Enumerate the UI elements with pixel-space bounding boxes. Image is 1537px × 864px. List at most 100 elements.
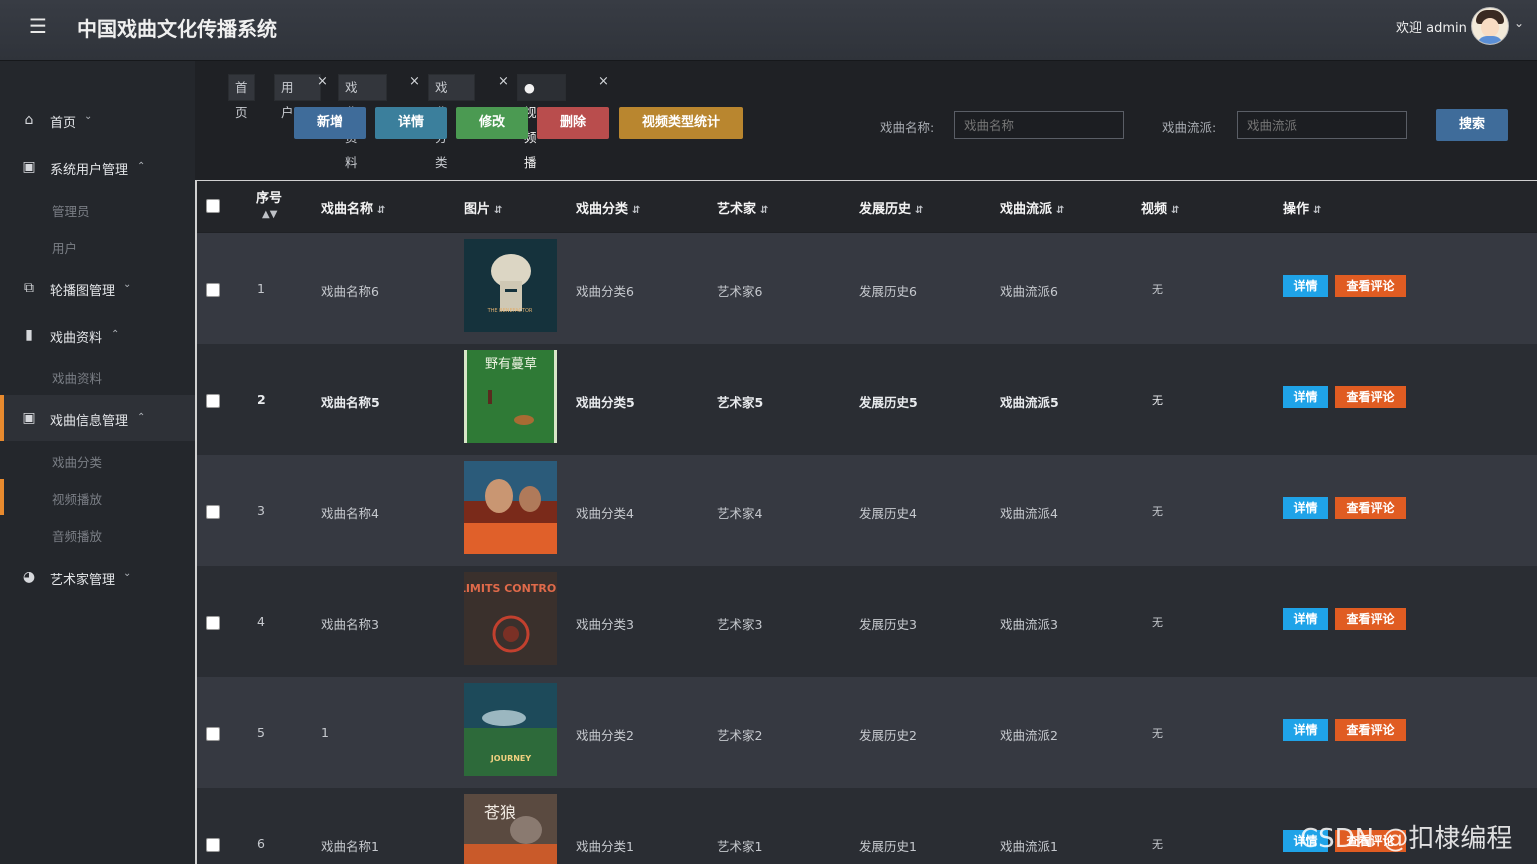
row-view-comments-button[interactable]: 查看评论 (1335, 608, 1406, 630)
row-detail-button[interactable]: 详情 (1283, 608, 1328, 630)
column-header-name[interactable]: 戏曲名称 ⇵ (321, 198, 385, 217)
row-detail-button[interactable]: 详情 (1283, 497, 1328, 519)
cell-no: 1 (257, 281, 265, 296)
sort-icon[interactable]: ⇵ (1171, 205, 1179, 216)
book-icon: ▮ (25, 327, 33, 343)
sidebar-item-home[interactable]: ⌂ 首页 ⌄ (0, 100, 195, 140)
poster-image[interactable]: JOURNEY (464, 683, 557, 776)
cell-school: 戏曲流派6 (1000, 284, 1058, 299)
row-view-comments-button[interactable]: 查看评论 (1335, 275, 1406, 297)
column-header-video[interactable]: 视频 ⇵ (1141, 198, 1179, 217)
table-row[interactable]: 2 戏曲名称5 野有蔓草 戏曲分类5 艺术家5 发展历史5 戏曲流派5 无 详情… (197, 344, 1537, 455)
poster-image[interactable]: 野有蔓草 (464, 350, 557, 443)
cell-artist: 艺术家3 (717, 617, 763, 632)
sidebar-subitem-category[interactable]: 戏曲分类 (52, 452, 102, 471)
detail-button[interactable]: 详情 (375, 107, 447, 139)
video-type-stats-button[interactable]: 视频类型统计 (619, 107, 743, 139)
opera-name-input[interactable] (954, 111, 1124, 139)
active-indicator (0, 479, 4, 515)
sort-icon[interactable]: ⇵ (1313, 205, 1321, 216)
cell-artist: 艺术家1 (717, 839, 763, 854)
tab-video-play[interactable]: ●视频播放× (517, 74, 609, 195)
table-row[interactable]: 3 戏曲名称4 戏曲分类4 艺术家4 发展历史4 戏曲流派4 无 详情 查看评论 (197, 455, 1537, 566)
cell-category: 戏曲分类6 (576, 284, 634, 299)
poster-art: 野有蔓草 (464, 350, 557, 443)
poster-image[interactable] (464, 461, 557, 554)
hamburger-icon[interactable]: ☰ (29, 16, 49, 36)
tab-home[interactable]: 首页 (228, 74, 255, 120)
close-icon[interactable]: × (317, 69, 328, 94)
sort-icon[interactable]: ⇵ (915, 205, 923, 216)
opera-school-input[interactable] (1237, 111, 1407, 139)
sidebar-subitem-opera-materials[interactable]: 戏曲资料 (52, 368, 102, 387)
column-header-history[interactable]: 发展历史 ⇵ (859, 198, 923, 217)
cell-school: 戏曲流派3 (1000, 617, 1058, 632)
row-detail-button[interactable]: 详情 (1283, 386, 1328, 408)
sort-icon[interactable]: ⇵ (760, 205, 768, 216)
row-checkbox[interactable] (206, 505, 220, 519)
poster-image[interactable]: LIMITS CONTROL (464, 572, 557, 665)
column-header-actions[interactable]: 操作 ⇵ (1283, 198, 1321, 217)
column-header-no[interactable]: 序号 ▲▼ (256, 187, 282, 220)
row-detail-button[interactable]: 详情 (1283, 275, 1328, 297)
column-header-label: 图片 (464, 202, 491, 217)
select-all-checkbox[interactable] (206, 199, 220, 213)
sidebar-item-artists[interactable]: ◕ 艺术家管理 ⌄ (0, 557, 195, 597)
sort-icon[interactable]: ⇵ (632, 205, 640, 216)
sidebar-subitem-video[interactable]: 视频播放 (52, 489, 102, 508)
column-header-image[interactable]: 图片 ⇵ (464, 198, 502, 217)
opera-school-label: 戏曲流派: (1162, 120, 1217, 135)
sort-icon[interactable]: ⇵ (1056, 205, 1064, 216)
opera-name-label: 戏曲名称: (880, 120, 935, 135)
row-checkbox[interactable] (206, 616, 220, 630)
row-view-comments-button[interactable]: 查看评论 (1335, 719, 1406, 741)
column-header-label: 序号 (256, 191, 283, 206)
sidebar-subitem-admin[interactable]: 管理员 (52, 201, 90, 220)
cell-video: 无 (1152, 616, 1163, 629)
search-button[interactable]: 搜索 (1436, 109, 1508, 141)
cell-category: 戏曲分类4 (576, 506, 634, 521)
tab-opera-materials[interactable]: 戏曲资料× (338, 74, 420, 170)
column-header-category[interactable]: 戏曲分类 ⇵ (576, 198, 640, 217)
row-view-comments-button[interactable]: 查看评论 (1335, 386, 1406, 408)
delete-button[interactable]: 删除 (537, 107, 609, 139)
cell-no: 4 (257, 614, 265, 629)
close-icon[interactable]: × (498, 69, 509, 94)
sidebar-item-opera-info[interactable]: ▣ 戏曲信息管理 ⌃ (0, 395, 195, 441)
row-checkbox[interactable] (206, 727, 220, 741)
close-icon[interactable]: × (409, 69, 420, 94)
sidebar-item-opera-materials[interactable]: ▮ 戏曲资料 ⌃ (0, 315, 195, 355)
table-header: 序号 ▲▼ 戏曲名称 ⇵ 图片 ⇵ 戏曲分类 ⇵ 艺术家 ⇵ 发展历史 ⇵ 戏曲流派 ⇵ 视频… (197, 181, 1537, 232)
sort-icon[interactable]: ⇵ (377, 205, 385, 216)
cell-name: 戏曲名称6 (321, 284, 379, 299)
close-icon[interactable]: × (598, 69, 609, 94)
table-row[interactable]: 1 戏曲名称6 THE BENEFACTOR 戏曲分类6 艺术家6 发展历史6 … (197, 233, 1537, 344)
row-checkbox[interactable] (206, 838, 220, 852)
column-header-school[interactable]: 戏曲流派 ⇵ (1000, 198, 1064, 217)
row-checkbox[interactable] (206, 394, 220, 408)
sidebar-subitem-users[interactable]: 用户 (52, 238, 77, 257)
tab-opera-category[interactable]: 戏曲分类× (428, 74, 509, 170)
sidebar-item-system-users[interactable]: ▣ 系统用户管理 ⌃ (0, 147, 195, 187)
poster-image[interactable]: THE BENEFACTOR (464, 239, 557, 332)
avatar-face (1481, 18, 1499, 37)
sidebar-item-carousel[interactable]: ⧉ 轮播图管理 ⌄ (0, 268, 195, 308)
row-checkbox[interactable] (206, 283, 220, 297)
cell-name: 戏曲名称3 (321, 617, 379, 632)
avatar[interactable] (1471, 7, 1509, 45)
sidebar-subitem-audio[interactable]: 音频播放 (52, 526, 102, 545)
row-detail-button[interactable]: 详情 (1283, 719, 1328, 741)
sort-icon[interactable]: ▲▼ (262, 209, 282, 220)
table-row[interactable]: 4 戏曲名称3 LIMITS CONTROL 戏曲分类3 艺术家3 发展历史3 … (197, 566, 1537, 677)
column-header-label: 戏曲流派 (1000, 202, 1053, 217)
row-view-comments-button[interactable]: 查看评论 (1335, 497, 1406, 519)
poster-image[interactable]: 苍狼 (464, 794, 557, 864)
cell-artist: 艺术家5 (717, 395, 764, 410)
add-button[interactable]: 新增 (294, 107, 366, 139)
chevron-down-icon[interactable]: ⌄ (1514, 16, 1524, 30)
sort-icon[interactable]: ⇵ (494, 205, 502, 216)
tab-users[interactable]: 用户 × (274, 74, 328, 120)
column-header-artist[interactable]: 艺术家 ⇵ (717, 198, 768, 217)
edit-button[interactable]: 修改 (456, 107, 528, 139)
table-row[interactable]: 5 1 JOURNEY 戏曲分类2 艺术家2 发展历史2 戏曲流派2 无 详情 … (197, 677, 1537, 788)
